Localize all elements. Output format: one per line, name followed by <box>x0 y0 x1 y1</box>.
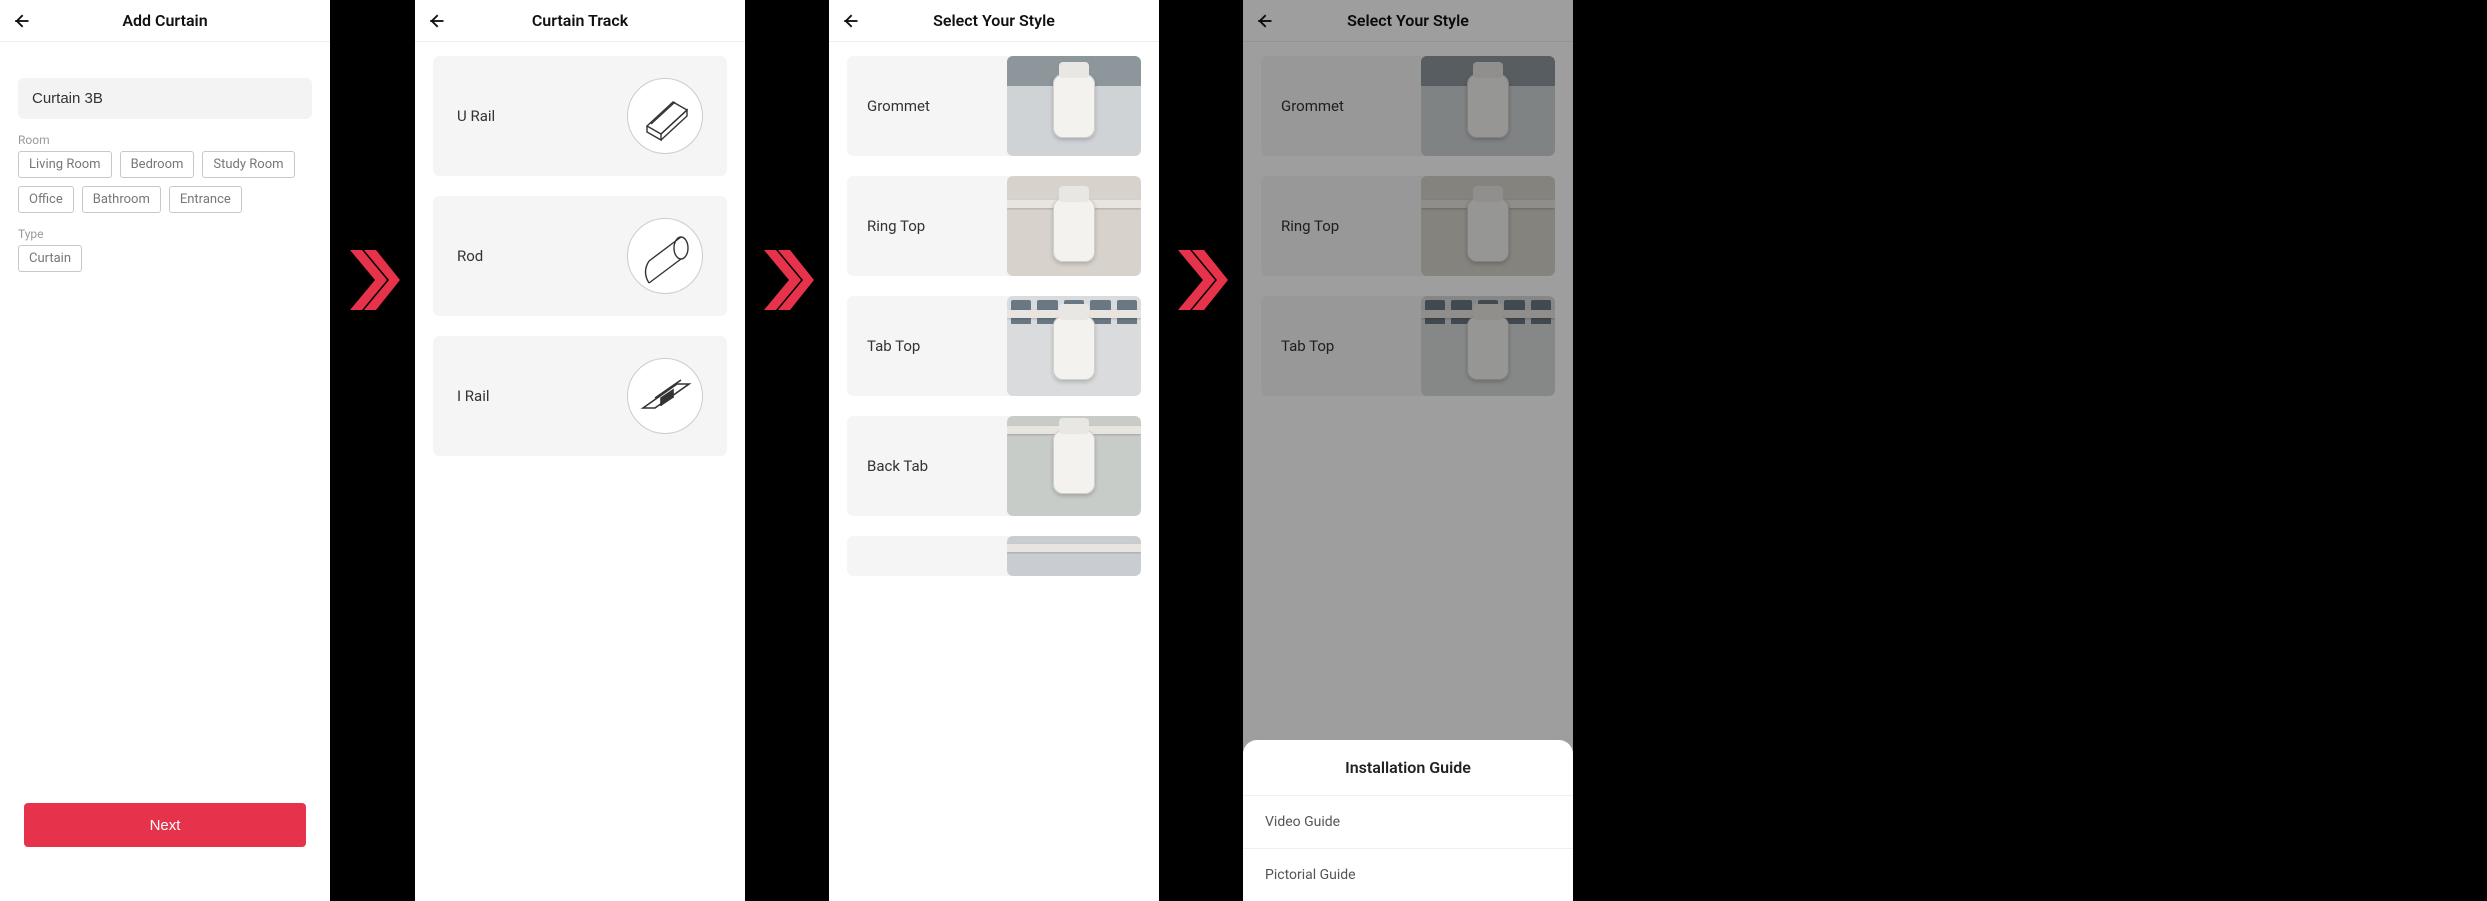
room-chip[interactable]: Office <box>18 186 74 213</box>
style-list: Grommet Ring Top Tab Top Back Tab <box>829 42 1159 590</box>
type-section-label: Type <box>18 227 312 241</box>
style-option-partial[interactable] <box>847 536 1141 576</box>
back-button[interactable] <box>0 0 42 42</box>
page-title: Add Curtain <box>0 11 330 30</box>
room-chip[interactable]: Study Room <box>202 151 294 178</box>
track-option-i-rail[interactable]: I Rail <box>433 336 727 456</box>
room-chip[interactable]: Bedroom <box>120 151 195 178</box>
back-button[interactable] <box>829 0 871 42</box>
flow-arrow-icon <box>350 250 400 310</box>
style-label: Ring Top <box>847 217 1007 235</box>
room-chip[interactable]: Entrance <box>169 186 242 213</box>
i-rail-icon <box>627 358 703 434</box>
sheet-item-video-guide[interactable]: Video Guide <box>1243 795 1573 848</box>
back-arrow-icon <box>840 11 860 31</box>
style-thumb-partial <box>1007 536 1141 576</box>
sheet-title: Installation Guide <box>1243 758 1573 795</box>
curtain-name-input[interactable] <box>18 78 312 119</box>
track-label: Rod <box>457 247 483 265</box>
back-arrow-icon <box>426 11 446 31</box>
track-option-u-rail[interactable]: U Rail <box>433 56 727 176</box>
type-chip-group: Curtain <box>18 245 312 272</box>
header: Select Your Style <box>829 0 1159 42</box>
track-label: I Rail <box>457 387 490 405</box>
room-section-label: Room <box>18 133 312 147</box>
rod-icon <box>627 218 703 294</box>
type-chip[interactable]: Curtain <box>18 245 82 272</box>
screen-select-style-with-sheet: Select Your Style Grommet Ring Top Tab T… <box>1243 0 1573 901</box>
room-chip[interactable]: Bathroom <box>82 186 161 213</box>
style-option-ring-top[interactable]: Ring Top <box>847 176 1141 276</box>
back-arrow-icon <box>11 11 31 31</box>
style-thumb-grommet <box>1007 56 1141 156</box>
installation-guide-sheet: Installation Guide Video Guide Pictorial… <box>1243 740 1573 901</box>
screen-add-curtain: Add Curtain Room Living Room Bedroom Stu… <box>0 0 330 901</box>
page-title: Curtain Track <box>415 11 745 30</box>
track-label: U Rail <box>457 107 495 125</box>
style-label: Back Tab <box>847 457 1007 475</box>
style-thumb-tab-top <box>1007 296 1141 396</box>
u-rail-icon <box>627 78 703 154</box>
track-option-rod[interactable]: Rod <box>433 196 727 316</box>
flow-arrow-icon <box>764 250 814 310</box>
header: Add Curtain <box>0 0 330 42</box>
style-option-back-tab[interactable]: Back Tab <box>847 416 1141 516</box>
next-button[interactable]: Next <box>24 803 306 847</box>
style-label: Grommet <box>847 97 1007 115</box>
back-button[interactable] <box>415 0 457 42</box>
room-chip-group: Living Room Bedroom Study Room Office Ba… <box>18 151 312 213</box>
flow-arrow-icon <box>1178 250 1228 310</box>
style-option-tab-top[interactable]: Tab Top <box>847 296 1141 396</box>
screen-curtain-track: Curtain Track U Rail Rod <box>415 0 745 901</box>
sheet-item-pictorial-guide[interactable]: Pictorial Guide <box>1243 848 1573 901</box>
style-option-grommet[interactable]: Grommet <box>847 56 1141 156</box>
style-thumb-ring-top <box>1007 176 1141 276</box>
style-label: Tab Top <box>847 337 1007 355</box>
screen-select-style: Select Your Style Grommet Ring Top Tab T… <box>829 0 1159 901</box>
page-title: Select Your Style <box>829 11 1159 30</box>
header: Curtain Track <box>415 0 745 42</box>
style-thumb-back-tab <box>1007 416 1141 516</box>
room-chip[interactable]: Living Room <box>18 151 112 178</box>
form-content: Room Living Room Bedroom Study Room Offi… <box>0 42 330 290</box>
track-list: U Rail Rod I R <box>415 42 745 490</box>
